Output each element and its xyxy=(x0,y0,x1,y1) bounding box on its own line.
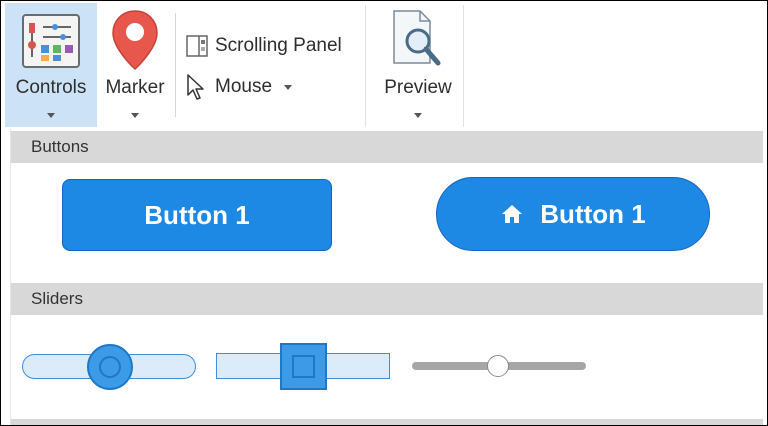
ribbon-separator xyxy=(175,13,176,117)
ribbon-separator xyxy=(463,5,464,127)
preview-button[interactable]: Preview xyxy=(375,3,461,127)
slider-square-thumb[interactable] xyxy=(280,343,327,390)
controls-button[interactable]: Controls xyxy=(5,3,97,127)
sliders-group-header: Sliders xyxy=(11,283,763,315)
sliders-header-label: Sliders xyxy=(31,289,83,308)
controls-icon xyxy=(22,14,80,68)
home-icon xyxy=(502,205,523,223)
scrolling-panel-label: Scrolling Panel xyxy=(215,35,342,57)
slider-round-thumb[interactable] xyxy=(87,344,133,390)
chevron-down-icon xyxy=(47,113,55,118)
buttons-group-header: Buttons xyxy=(11,131,763,163)
controls-label: Controls xyxy=(15,77,87,98)
window-frame: Controls Marker Scrolling Panel Mouse Pr… xyxy=(0,0,768,426)
button-label: Button 1 xyxy=(144,199,250,230)
controls-gallery-dropdown: Buttons Button 1 Button 1 Sliders xyxy=(10,129,763,425)
panel-icon xyxy=(186,35,208,57)
magnifier-doc-icon xyxy=(393,10,441,66)
thumb-inner-square xyxy=(292,355,315,378)
buttons-header-label: Buttons xyxy=(31,137,89,156)
marker-label: Marker xyxy=(105,77,165,98)
next-group-header-edge xyxy=(11,419,763,425)
button-pill-with-home-icon[interactable]: Button 1 xyxy=(436,177,710,251)
chevron-down-icon xyxy=(284,84,293,90)
slider-thin-thumb[interactable] xyxy=(487,355,509,377)
ribbon-separator xyxy=(365,5,366,127)
chevron-down-icon xyxy=(414,113,422,118)
map-pin-icon xyxy=(112,10,158,71)
cursor-icon xyxy=(187,74,204,100)
mouse-label: Mouse xyxy=(215,76,273,98)
ribbon-toolbar: Controls Marker Scrolling Panel Mouse Pr… xyxy=(1,1,767,127)
preview-label: Preview xyxy=(384,77,452,98)
button-label: Button 1 xyxy=(540,198,646,229)
chevron-down-icon xyxy=(131,113,139,118)
mouse-button[interactable]: Mouse xyxy=(185,73,293,101)
button-rounded-rect[interactable]: Button 1 xyxy=(62,179,332,251)
thumb-inner-ring xyxy=(99,356,121,378)
marker-button[interactable]: Marker xyxy=(99,3,171,127)
scrolling-panel-button[interactable]: Scrolling Panel xyxy=(185,34,342,58)
